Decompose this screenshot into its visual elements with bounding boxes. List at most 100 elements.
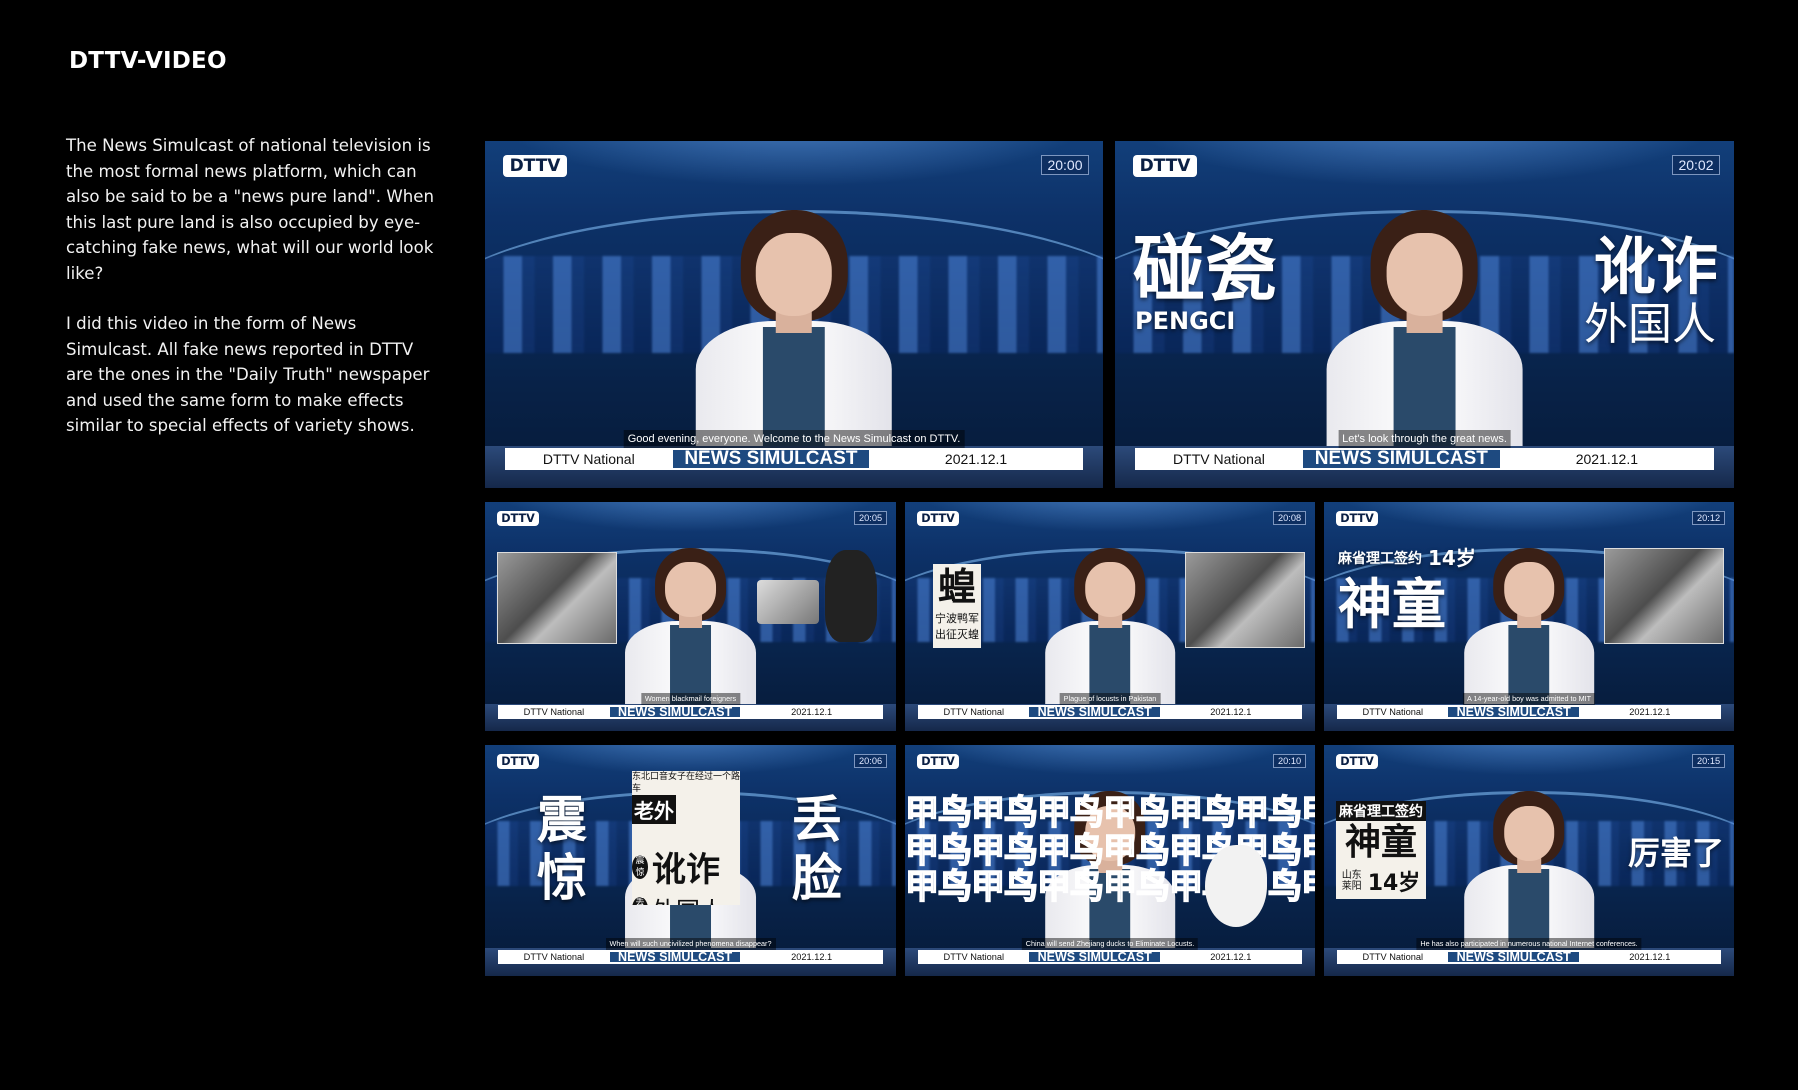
date-label: 2021.12.1: [740, 949, 883, 965]
channel-label: DTTV National: [1337, 949, 1449, 965]
date-label: 2021.12.1: [1159, 704, 1302, 720]
subtitle-caption: When will such uncivilized phenomena dis…: [605, 937, 776, 950]
program-label: NEWS SIMULCAST: [1448, 949, 1579, 965]
dttv-logo: DTTV: [496, 754, 540, 769]
channel-label: DTTV National: [918, 704, 1030, 720]
time-display: 20:08: [1273, 511, 1306, 526]
headline-age: 14岁: [1428, 546, 1476, 570]
paper-old: 老外: [632, 795, 676, 824]
page-title: DTTV-VIDEO: [69, 48, 227, 74]
description-paragraph-2: I did this video in the form of News Sim…: [66, 314, 430, 435]
paper-row-2: 丢脸外国人: [632, 891, 740, 905]
date-label: 2021.12.1: [1499, 448, 1714, 470]
lower-third-bar: DTTV National NEWS SIMULCAST 2021.12.1: [918, 949, 1302, 965]
time-display: 20:02: [1672, 155, 1720, 175]
dttv-logo: DTTV: [1335, 754, 1379, 769]
anchor-face: [1503, 562, 1555, 618]
video-frame-1[interactable]: DTTV 20:00 Good evening, everyone. Welcome…: [485, 141, 1103, 488]
headline-shock: 震惊: [537, 791, 587, 907]
time-display: 20:05: [854, 511, 887, 526]
video-frame-7[interactable]: DTTV 20:10 China will send Zhejiang ducks …: [905, 745, 1315, 976]
prodigy-photo: [1604, 548, 1724, 644]
headline-pengci-en: PENGCI: [1135, 307, 1236, 335]
paper-bottom: 山东莱阳 14岁: [1336, 865, 1426, 897]
date-label: 2021.12.1: [1159, 949, 1302, 965]
duck-image: [1205, 845, 1267, 927]
channel-label: DTTV National: [498, 704, 610, 720]
subtitle-caption: Plague of locusts in Pakistan: [1059, 692, 1161, 705]
newspaper-scam: 东北口音女子在经过一个路车老外震惊讹诈丢脸外国人: [632, 771, 740, 905]
program-label: NEWS SIMULCAST: [672, 448, 870, 470]
paper-tag-2: 丢脸: [632, 896, 648, 905]
date-label: 2021.12.1: [869, 448, 1083, 470]
headline-pengci: 碰瓷: [1133, 227, 1278, 311]
lower-third-bar: DTTV National NEWS SIMULCAST 2021.12.1: [498, 704, 883, 720]
motorcycle-image: [825, 550, 877, 642]
anchor-face: [756, 232, 832, 316]
dttv-logo: DTTV: [916, 511, 960, 526]
subtitle-caption: A 14-year-old boy was admitted to MIT: [1462, 692, 1596, 705]
anchor-face: [1386, 232, 1463, 316]
paper-line-2: 出征灭蝗: [935, 628, 979, 641]
video-frame-2[interactable]: DTTV 20:02 Let's look through the great ne…: [1115, 141, 1734, 488]
anchor-face: [1084, 562, 1136, 618]
program-label: NEWS SIMULCAST: [1448, 704, 1579, 720]
video-frame-8[interactable]: DTTV 20:15 He has also participated in num…: [1324, 745, 1734, 976]
channel-label: DTTV National: [1337, 704, 1449, 720]
newspaper-locust: 蝗宁波鸭军 出征灭蝗: [933, 564, 981, 648]
video-frame-6[interactable]: DTTV 20:06 When will such uncivilized phen…: [485, 745, 896, 976]
channel-label: DTTV National: [1135, 448, 1303, 470]
paper-age: 14岁: [1367, 871, 1421, 896]
paper-char: 蝗: [937, 565, 976, 609]
headline-shame: 丢脸: [792, 791, 842, 907]
lower-third-bar: DTTV National NEWS SIMULCAST 2021.12.1: [498, 949, 883, 965]
paper-line-1: 宁波鸭军: [935, 612, 979, 625]
anchor-face: [1503, 805, 1555, 862]
time-display: 20:06: [854, 754, 887, 769]
date-label: 2021.12.1: [740, 704, 883, 720]
headline-amazing: 厉害了: [1627, 834, 1724, 872]
money-stack-image: [757, 580, 819, 624]
time-display: 20:10: [1273, 754, 1306, 769]
paper-top-line: 东北口音女子在经过一个路车: [632, 772, 740, 794]
video-frame-3[interactable]: DTTV 20:05 Women blackmail foreigners DTTV …: [485, 502, 896, 731]
paper-tag-1: 震惊: [632, 854, 648, 879]
dttv-logo: DTTV: [503, 155, 567, 177]
date-label: 2021.12.1: [1578, 704, 1721, 720]
crowd-photo: [497, 552, 617, 644]
subtitle-caption: Good evening, everyone. Welcome to the N…: [623, 430, 965, 448]
date-label: 2021.12.1: [1578, 949, 1721, 965]
video-frame-4[interactable]: DTTV 20:08 Plague of locusts in Pakistan DT…: [905, 502, 1315, 731]
paper-big: 神童: [1344, 822, 1417, 863]
program-label: NEWS SIMULCAST: [1029, 704, 1160, 720]
paper-head: 麻省理工签约: [1336, 801, 1426, 821]
lower-third-bar: DTTV National NEWS SIMULCAST 2021.12.1: [1337, 949, 1721, 965]
project-description: The News Simulcast of national televisio…: [66, 133, 436, 464]
program-label: NEWS SIMULCAST: [609, 704, 741, 720]
program-label: NEWS SIMULCAST: [1029, 949, 1160, 965]
paper-row: 震惊 讹诈: [632, 842, 740, 891]
subtitle-caption: He has also participated in numerous nat…: [1416, 937, 1642, 950]
headline-ezha: 讹诈: [1593, 230, 1718, 303]
headline-mit: 麻省理工签约: [1338, 551, 1422, 567]
anchor-face: [665, 562, 716, 618]
time-display: 20:15: [1692, 754, 1725, 769]
channel-label: DTTV National: [918, 949, 1030, 965]
channel-label: DTTV National: [498, 949, 610, 965]
dttv-logo: DTTV: [916, 754, 960, 769]
headline-foreigner: 外国人: [1584, 299, 1716, 350]
newspaper-prodigy: 麻省理工签约 神童 山东莱阳 14岁: [1336, 801, 1426, 899]
headline-prodigy: 神童: [1338, 573, 1446, 636]
locust-photo: [1185, 552, 1305, 648]
time-display: 20:12: [1692, 511, 1725, 526]
paper-big-1: 讹诈: [652, 850, 720, 890]
program-label: NEWS SIMULCAST: [609, 949, 741, 965]
dttv-logo: DTTV: [1133, 155, 1197, 177]
description-paragraph-1: The News Simulcast of national televisio…: [66, 136, 434, 283]
video-frame-5[interactable]: DTTV 20:12 A 14-year-old boy was admitted …: [1324, 502, 1734, 731]
paper-big-2: 外国人: [652, 891, 724, 905]
program-label: NEWS SIMULCAST: [1302, 448, 1500, 470]
subtitle-caption: Let's look through the great news.: [1338, 430, 1511, 448]
dttv-logo: DTTV: [1335, 511, 1379, 526]
time-display: 20:00: [1041, 155, 1089, 175]
